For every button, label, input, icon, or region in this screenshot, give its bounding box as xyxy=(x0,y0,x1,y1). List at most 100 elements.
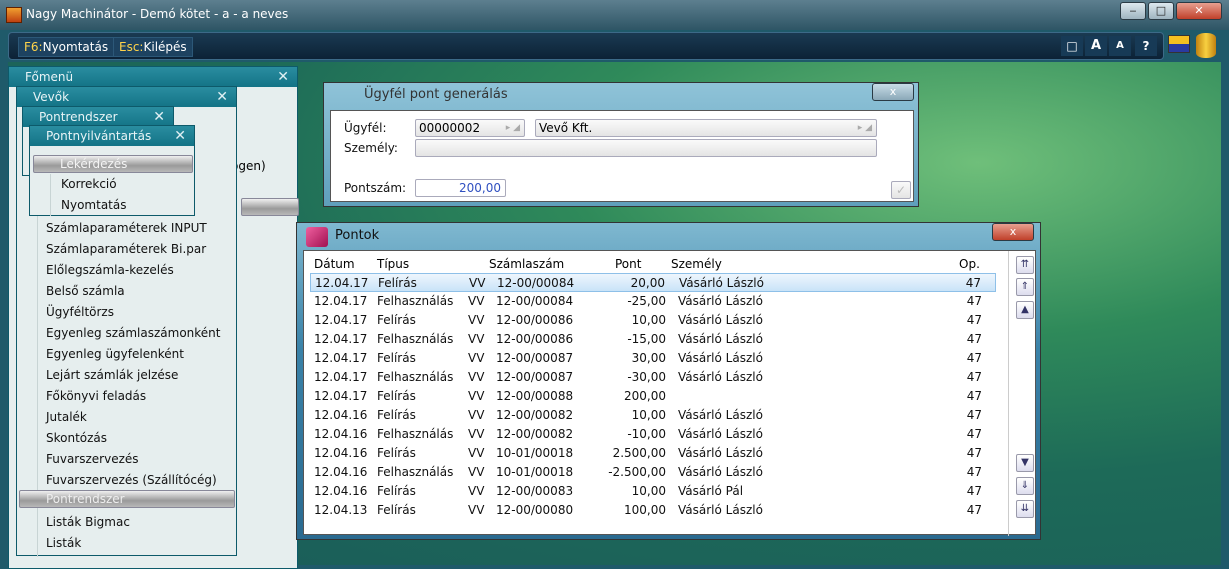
ok-button[interactable]: ✓ xyxy=(891,181,911,199)
cell-op: 47 xyxy=(966,351,982,365)
table-row[interactable]: 12.04.16 Felírás VV 12-00/00083 10,00 Vá… xyxy=(310,482,996,501)
cell-pont: 10,00 xyxy=(631,313,666,327)
col-op[interactable]: Op. xyxy=(959,257,980,271)
menu-item[interactable]: Lejárt számlák jelzése xyxy=(46,368,178,382)
title-bar: Nagy Machinátor - Demó kötet - a - a nev… xyxy=(0,0,1229,30)
table-row[interactable]: 12.04.17 Felhasználás VV 12-00/00087 -30… xyxy=(310,368,996,387)
scroll-page-down-button[interactable]: ⇓ xyxy=(1016,477,1034,495)
table-row[interactable]: 12.04.16 Felhasználás VV 12-00/00082 -10… xyxy=(310,425,996,444)
pontok-grid: Dátum Típus Számlaszám Pont Személy Op. … xyxy=(303,250,1036,536)
scroll-down-button[interactable]: ▼ xyxy=(1016,454,1034,472)
col-tipus[interactable]: Típus xyxy=(377,257,409,271)
scroll-bottom-button[interactable]: ⇊ xyxy=(1016,500,1034,518)
lookup-arrow-icon[interactable]: ▸ ◢ xyxy=(506,120,520,136)
pontok-close-button[interactable]: x xyxy=(992,223,1034,241)
table-row[interactable]: 12.04.17 Felírás VV 12-00/00084 20,00 Vá… xyxy=(310,273,996,292)
table-row[interactable]: 12.04.17 Felírás VV 12-00/00088 200,00 4… xyxy=(310,387,996,406)
font-smaller-icon[interactable]: A xyxy=(1109,36,1131,56)
print-key: F6: xyxy=(24,40,43,54)
table-row[interactable]: 12.04.17 Felhasználás VV 12-00/00086 -15… xyxy=(310,330,996,349)
scroll-page-up-button[interactable]: ⇑ xyxy=(1016,278,1034,296)
szemely-field[interactable] xyxy=(415,139,877,157)
table-row[interactable]: 12.04.17 Felhasználás VV 12-00/00084 -25… xyxy=(310,292,996,311)
cell-pont: -2.500,00 xyxy=(608,465,666,479)
close-icon[interactable]: ✕ xyxy=(174,126,186,146)
col-szamlaszam[interactable]: Számlaszám xyxy=(489,257,564,271)
menu-item[interactable]: Egyenleg ügyfelenként xyxy=(46,347,184,361)
close-icon[interactable]: ✕ xyxy=(277,67,289,87)
col-pont[interactable]: Pont xyxy=(615,257,641,271)
cell-tipus-code: VV xyxy=(468,446,485,460)
database-icon[interactable] xyxy=(1196,33,1216,58)
menu-item-korrekcio[interactable]: Korrekció xyxy=(61,177,117,191)
menu-item[interactable]: Listák xyxy=(46,536,81,550)
menu-item[interactable]: Fuvarszervezés xyxy=(46,452,139,466)
menu-item[interactable]: Egyenleg számlaszámonként xyxy=(46,326,220,340)
menu-item[interactable]: Belső számla xyxy=(46,284,125,298)
exit-button[interactable]: Esc:Kilépés xyxy=(113,37,193,57)
table-row[interactable]: 12.04.17 Felírás VV 12-00/00087 30,00 Vá… xyxy=(310,349,996,368)
cell-szamlaszam: 12-00/00088 xyxy=(496,389,574,403)
scroll-up-button[interactable]: ▲ xyxy=(1016,301,1034,319)
help-icon[interactable]: ? xyxy=(1135,36,1157,56)
cell-szemely: Vásárló László xyxy=(678,446,763,460)
table-row[interactable]: 12.04.17 Felírás VV 12-00/00086 10,00 Vá… xyxy=(310,311,996,330)
monitor-icon[interactable] xyxy=(1168,35,1190,53)
cell-datum: 12.04.17 xyxy=(314,313,368,327)
menu-item[interactable]: Főkönyvi feladás xyxy=(46,389,146,403)
font-larger-icon[interactable]: A xyxy=(1085,36,1107,56)
menu-item[interactable]: Fuvarszervezés (Szállítócég) xyxy=(46,473,217,487)
cell-datum: 12.04.16 xyxy=(314,465,368,479)
cell-pont: 20,00 xyxy=(630,276,665,290)
ugyfel-pont-dialog: Ügyfél pont generálás x Ügyfél: 00000002… xyxy=(323,82,919,207)
lookup-arrow-icon[interactable]: ▸ ◢ xyxy=(858,120,872,136)
table-row[interactable]: 12.04.16 Felírás VV 10-01/00018 2.500,00… xyxy=(310,444,996,463)
cell-datum: 12.04.17 xyxy=(314,370,368,384)
menu-item[interactable]: Listák Bigmac xyxy=(46,515,130,529)
ugyfel-code-field[interactable]: 00000002 ▸ ◢ xyxy=(415,119,525,137)
menu-item-nyomtatas[interactable]: Nyomtatás xyxy=(61,198,126,212)
table-row[interactable]: 12.04.13 Felírás VV 12-00/00080 100,00 V… xyxy=(310,501,996,520)
table-row[interactable]: 12.04.16 Felhasználás VV 10-01/00018 -2.… xyxy=(310,463,996,482)
cell-op: 47 xyxy=(966,313,982,327)
pontnyilvantartas-header: Pontnyilvántartás ✕ xyxy=(30,126,194,146)
print-button[interactable]: F6:Nyomtatás xyxy=(18,37,115,57)
cell-szemely: Vásárló László xyxy=(678,465,763,479)
close-icon[interactable]: ✕ xyxy=(153,107,165,127)
pontnyilvantartas-window: Pontnyilvántartás ✕ Lekérdezés Korrekció … xyxy=(29,125,195,216)
cube-icon xyxy=(306,227,328,247)
menu-item[interactable]: Skontózás xyxy=(46,431,107,445)
menu-item[interactable]: Előlegszámla-kezelés xyxy=(46,263,174,277)
fomenu-header: Főmenü ✕ xyxy=(9,67,297,87)
menu-item[interactable]: Jutalék xyxy=(46,410,87,424)
dialog-close-button[interactable]: x xyxy=(872,83,914,101)
minimize-button[interactable]: ‒ xyxy=(1120,2,1146,20)
cell-pont: -30,00 xyxy=(627,370,666,384)
close-icon[interactable]: ✕ xyxy=(216,87,228,107)
ugyfel-name-field[interactable]: Vevő Kft. ▸ ◢ xyxy=(535,119,877,137)
table-row[interactable]: 12.04.16 Felírás VV 12-00/00082 10,00 Vá… xyxy=(310,406,996,425)
exit-key: Esc: xyxy=(119,40,144,54)
scroll-top-button[interactable]: ⇈ xyxy=(1016,256,1034,274)
menu-item[interactable]: Számlaparaméterek INPUT xyxy=(46,221,207,235)
pontszam-field[interactable]: 200,00 xyxy=(415,179,506,197)
col-szemely[interactable]: Személy xyxy=(671,257,722,271)
col-datum[interactable]: Dátum xyxy=(314,257,355,271)
cell-tipus-code: VV xyxy=(469,276,486,290)
cell-szemely: Vásárló László xyxy=(678,427,763,441)
cell-datum: 12.04.17 xyxy=(314,332,368,346)
fomenu-title: Főmenü xyxy=(25,70,74,84)
pontnyilvantartas-title: Pontnyilvántartás xyxy=(46,129,152,143)
vevok-header: Vevők ✕ xyxy=(17,87,236,107)
window-mode-icon[interactable]: □ xyxy=(1061,36,1083,56)
szemely-label: Személy: xyxy=(344,141,398,155)
pontrendszer-separator: Pontrendszer xyxy=(19,490,235,508)
close-button[interactable]: ✕ xyxy=(1176,2,1222,20)
cell-pont: 200,00 xyxy=(624,389,666,403)
toolbar: F6:Nyomtatás Esc:Kilépés □ A A ? xyxy=(8,32,1164,60)
cell-tipus: Felhasználás xyxy=(377,332,454,346)
cell-pont: -25,00 xyxy=(627,294,666,308)
maximize-button[interactable]: □ xyxy=(1148,2,1174,20)
menu-item[interactable]: Számlaparaméterek Bi.par xyxy=(46,242,206,256)
menu-item[interactable]: Ügyféltörzs xyxy=(46,305,114,319)
